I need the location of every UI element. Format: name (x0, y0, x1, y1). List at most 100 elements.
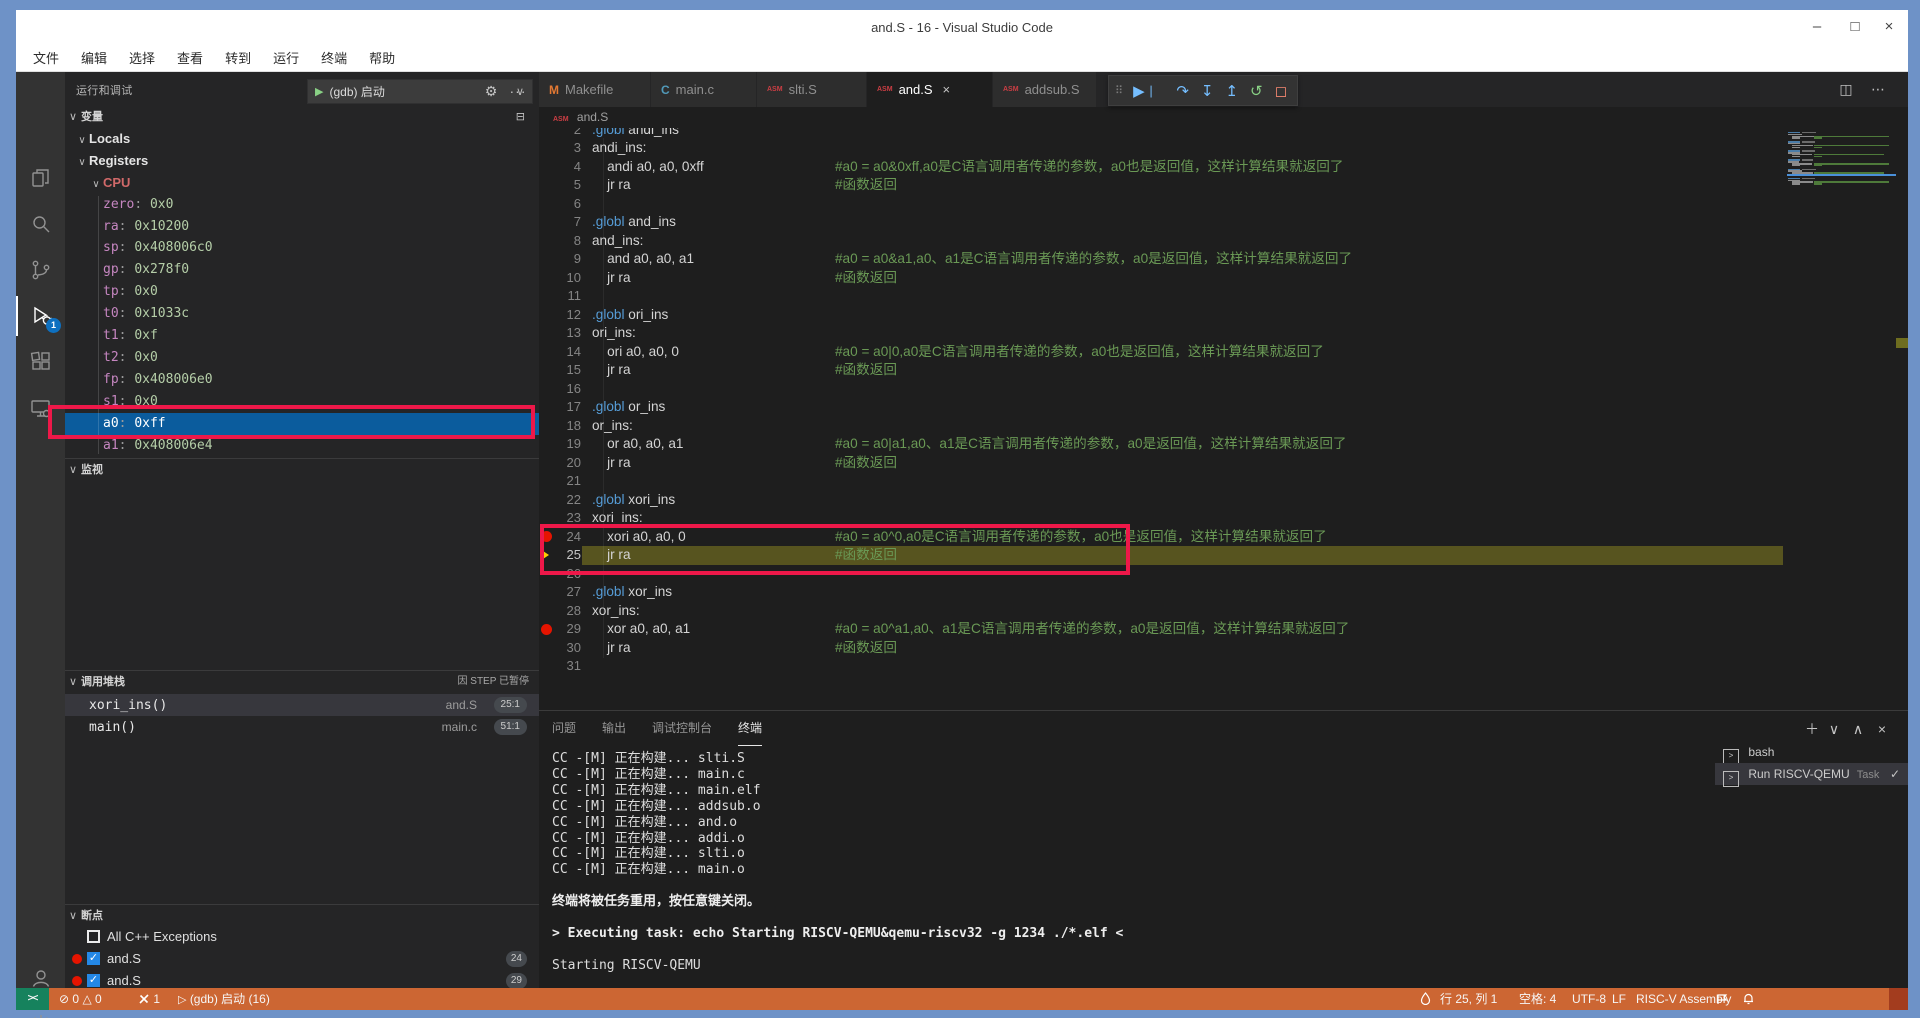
split-editor-icon[interactable]: ◫ (1834, 72, 1858, 107)
code-line-14[interactable]: 14 ori a0, a0, 0#a0 = a0|0,a0是C语言调用者传递的参… (539, 343, 1908, 362)
breakpoint-checkbox[interactable]: ✓ (87, 974, 100, 987)
close-tab-icon[interactable]: × (943, 82, 951, 97)
code-line-3[interactable]: 3andi_ins: (539, 139, 1908, 158)
tree-group-registers[interactable]: ∨Registers (65, 150, 539, 172)
debug-settings-gear-icon[interactable]: ⚙ (479, 79, 503, 104)
code-line-15[interactable]: 15 jr ra#函数返回 (539, 361, 1908, 380)
tasks-status[interactable]: 1 (138, 988, 160, 1010)
feedback-icon[interactable] (1716, 988, 1728, 1010)
restore-button[interactable]: □ (1840, 10, 1870, 46)
terminal-output[interactable]: CC -[M] 正在构建... slti.SCC -[M] 正在构建... ma… (552, 751, 1692, 974)
code-line-16[interactable]: 16 (539, 380, 1908, 399)
code-line-9[interactable]: 9 and a0, a0, a1#a0 = a0&a1,a0、a1是C语言调用者… (539, 250, 1908, 269)
tab-addsub.S[interactable]: ASM addsub.S (993, 72, 1097, 107)
register-row-fp[interactable]: fp: 0x408006e0 (65, 369, 539, 391)
step-over-icon[interactable]: ↷ (1176, 82, 1189, 100)
code-line-22[interactable]: 22.globl xori_ins (539, 491, 1908, 510)
tree-group-locals[interactable]: ∨Locals (65, 128, 539, 150)
register-row-t2[interactable]: t2: 0x0 (65, 347, 539, 369)
variables-header[interactable]: ∨变量 ⊟ (65, 106, 539, 128)
menu-item-运行[interactable]: 运行 (269, 46, 303, 72)
remote-indicator[interactable]: >< (16, 988, 49, 1010)
stack-frame-xoriins[interactable]: xori_ins() and.S 25:1 (65, 694, 539, 716)
step-into-icon[interactable]: ↧ (1201, 82, 1214, 100)
register-row-sp[interactable]: sp: 0x408006c0 (65, 237, 539, 259)
stack-frame-main[interactable]: main() main.c 51:1 (65, 716, 539, 738)
call-stack-header[interactable]: ∨调用堆栈 因 STEP 已暂停 (65, 670, 539, 692)
terminal-dropdown-icon[interactable]: ∨ (1824, 719, 1844, 739)
flame-icon[interactable] (1420, 988, 1431, 1010)
restart-icon[interactable]: ↺ (1250, 82, 1263, 100)
start-debug-icon[interactable]: ▶ (315, 85, 323, 98)
panel-close-icon[interactable]: × (1872, 719, 1892, 739)
indentation[interactable]: 空格: 4 (1519, 988, 1556, 1010)
register-row-gp[interactable]: gp: 0x278f0 (65, 259, 539, 281)
menu-item-转到[interactable]: 转到 (221, 46, 255, 72)
code-line-13[interactable]: 13ori_ins: (539, 324, 1908, 343)
menu-item-文件[interactable]: 文件 (29, 46, 63, 72)
code-line-12[interactable]: 12.globl ori_ins (539, 306, 1908, 325)
code-line-29[interactable]: 29 xor a0, a0, a1#a0 = a0^a1,a0、a1是C语言调用… (539, 620, 1908, 639)
menu-item-终端[interactable]: 终端 (317, 46, 351, 72)
code-line-6[interactable]: 6 (539, 195, 1908, 214)
breakpoint-row-2[interactable]: ✓ and.S29 (65, 970, 539, 988)
code-line-27[interactable]: 27.globl xor_ins (539, 583, 1908, 602)
run-debug-icon[interactable]: 1 (16, 296, 65, 336)
debug-session-status[interactable]: ▷ (gdb) 启动 (16) (178, 988, 270, 1010)
eol[interactable]: LF (1612, 988, 1626, 1010)
panel-tab-问题[interactable]: 问题 (552, 711, 576, 745)
menu-item-查看[interactable]: 查看 (173, 46, 207, 72)
tab-slti.S[interactable]: ASM slti.S (757, 72, 867, 107)
breakpoint-row-0[interactable]: All C++ Exceptions (65, 926, 539, 948)
panel-tab-终端[interactable]: 终端 (738, 711, 762, 746)
code-line-8[interactable]: 8and_ins: (539, 232, 1908, 251)
panel-tab-输出[interactable]: 输出 (602, 711, 626, 745)
breakpoint-glyph-icon[interactable] (541, 624, 552, 635)
tree-group-cpu[interactable]: ∨CPU (65, 172, 539, 194)
minimap[interactable] (1787, 130, 1896, 708)
tab-main.c[interactable]: C main.c (651, 72, 757, 107)
source-control-icon[interactable] (16, 250, 65, 290)
menu-item-选择[interactable]: 选择 (125, 46, 159, 72)
code-line-17[interactable]: 17.globl or_ins (539, 398, 1908, 417)
code-line-7[interactable]: 7.globl and_ins (539, 213, 1908, 232)
panel-copy-icon[interactable]: ⊟ (516, 106, 525, 128)
tab-and.S[interactable]: ASM and.S× (867, 72, 993, 107)
register-row-t1[interactable]: t1: 0xf (65, 325, 539, 347)
register-row-zero[interactable]: zero: 0x0 (65, 194, 539, 216)
code-line-28[interactable]: 28xor_ins: (539, 602, 1908, 621)
step-out-icon[interactable]: ↥ (1225, 82, 1238, 100)
breakpoint-row-1[interactable]: ✓ and.S24 (65, 948, 539, 970)
code-line-20[interactable]: 20 jr ra#函数返回 (539, 454, 1908, 473)
tab-Makefile[interactable]: M Makefile (539, 72, 651, 107)
sidebar-more-icon[interactable]: ··· (506, 79, 530, 104)
register-row-t0[interactable]: t0: 0x1033c (65, 303, 539, 325)
editor-more-icon[interactable]: ⋯ (1866, 72, 1890, 107)
register-row-ra[interactable]: ra: 0x10200 (65, 216, 539, 238)
explorer-icon[interactable] (16, 158, 65, 198)
code-line-2[interactable]: 2.globl andi_ins (539, 128, 1908, 139)
problems-status[interactable]: ⊘ 0 △ 0 (59, 988, 102, 1010)
breadcrumb[interactable]: ASM and.S (539, 107, 1908, 128)
breakpoints-header[interactable]: ∨断点 (65, 904, 539, 926)
watch-header[interactable]: ∨监视 (65, 458, 539, 480)
code-line-18[interactable]: 18or_ins: (539, 417, 1908, 436)
breakpoint-checkbox[interactable] (87, 930, 100, 943)
terminal-list-item-bash[interactable]: > bash (1715, 741, 1908, 763)
terminal-list-item-Run-RISCV-QEMU[interactable]: > Run RISCV-QEMUTask✓ (1715, 763, 1908, 785)
continue-icon[interactable]: ▶▏ (1133, 82, 1164, 100)
code-line-5[interactable]: 5 jr ra#函数返回 (539, 176, 1908, 195)
code-line-21[interactable]: 21 (539, 472, 1908, 491)
panel-tab-调试控制台[interactable]: 调试控制台 (652, 711, 712, 745)
new-terminal-icon[interactable]: ＋ (1802, 719, 1822, 739)
breakpoint-checkbox[interactable]: ✓ (87, 952, 100, 965)
code-line-31[interactable]: 31 (539, 657, 1908, 676)
minimize-button[interactable]: – (1802, 10, 1832, 46)
stop-icon[interactable]: ◻ (1275, 82, 1287, 100)
extensions-icon[interactable] (16, 342, 65, 382)
menu-item-帮助[interactable]: 帮助 (365, 46, 399, 72)
code-editor[interactable]: 2.globl andi_ins3andi_ins:4 andi a0, a0,… (539, 128, 1908, 710)
close-button[interactable]: × (1874, 10, 1904, 46)
search-icon[interactable] (16, 204, 65, 244)
menu-item-编辑[interactable]: 编辑 (77, 46, 111, 72)
